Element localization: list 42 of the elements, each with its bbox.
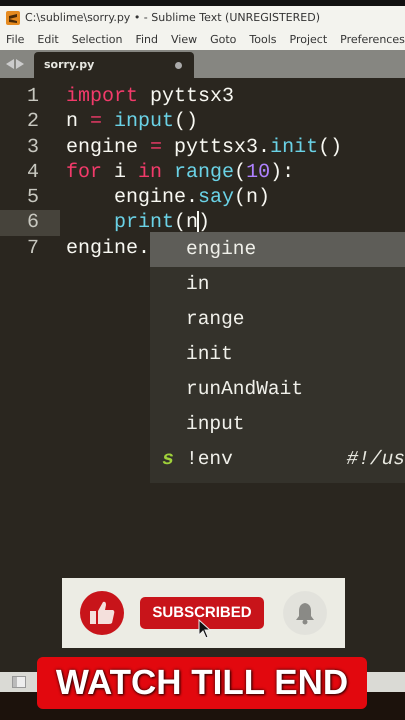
code-line: engine = pyttsx3.init() xyxy=(65,134,342,160)
line-number: 7 xyxy=(26,236,40,262)
code-line: for i in range(10): xyxy=(65,160,294,186)
suggestion-item[interactable]: runAndWait xyxy=(186,374,304,404)
code-line: engine. xyxy=(65,236,150,262)
line-number: 3 xyxy=(26,134,40,160)
unsaved-dot-icon xyxy=(175,62,182,68)
line-number: 1 xyxy=(26,84,40,110)
back-arrow-icon[interactable] xyxy=(6,59,14,69)
app-icon xyxy=(6,11,20,25)
line-number: 2 xyxy=(26,109,40,135)
mouse-pointer-icon xyxy=(198,619,212,639)
line-number: 6 xyxy=(0,210,60,236)
file-tab[interactable]: sorry.py xyxy=(34,52,194,78)
code-line: engine.say(n) xyxy=(113,185,270,210)
menu-item[interactable]: Preferences xyxy=(340,32,405,48)
menu-item[interactable]: View xyxy=(170,32,198,48)
menu-item[interactable]: Edit xyxy=(37,32,59,48)
bell-icon[interactable] xyxy=(294,601,316,625)
suggestion-item[interactable]: in xyxy=(186,270,210,300)
forward-arrow-icon[interactable] xyxy=(16,59,24,69)
code-line: print(n) xyxy=(113,210,210,236)
suggestion-item[interactable]: range xyxy=(186,304,245,334)
snippet-label: s xyxy=(162,448,174,470)
menu-item[interactable]: File xyxy=(6,32,24,48)
menu-item[interactable]: Project xyxy=(290,32,328,48)
code-line: import pyttsx3 xyxy=(65,84,234,110)
banner-text: WATCH TILL END xyxy=(37,657,367,709)
suggestion-item[interactable]: init xyxy=(186,340,233,370)
suggestion-item[interactable]: !env xyxy=(186,444,233,474)
suggestion-hint: #!/us xyxy=(346,446,405,472)
thumbs-up-icon[interactable] xyxy=(80,591,124,635)
window-title: C:\sublime\sorry.py • - Sublime Text (UNREGISTERED) xyxy=(25,10,320,26)
menu-item[interactable]: Goto xyxy=(210,32,236,48)
code-line: n = input() xyxy=(65,109,198,135)
suggestion-item[interactable]: input xyxy=(186,410,245,440)
panel-toggle-icon[interactable] xyxy=(12,676,26,688)
line-number: 5 xyxy=(26,185,40,210)
menu-item[interactable]: Tools xyxy=(249,32,276,48)
line-number: 4 xyxy=(26,160,40,186)
menu-item[interactable]: Find xyxy=(135,32,158,48)
menu-item[interactable]: Selection xyxy=(72,32,122,48)
